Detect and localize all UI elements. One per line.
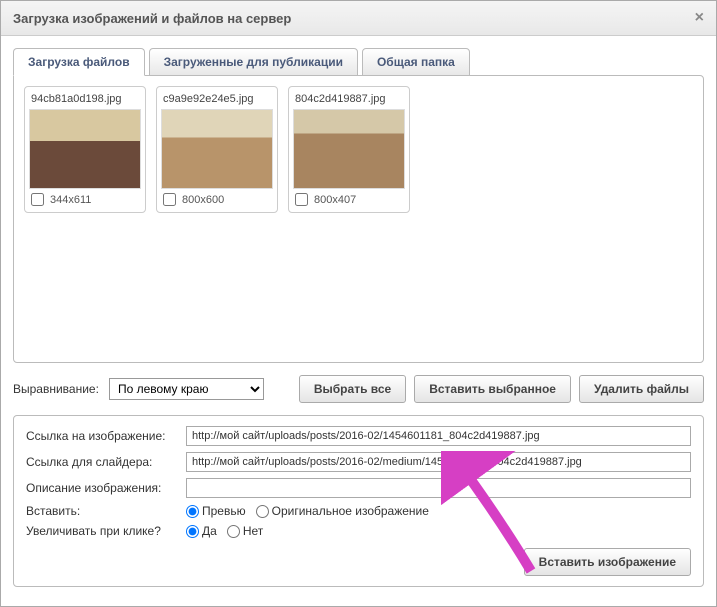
thumbnail-meta: 344x611 — [29, 189, 141, 208]
zoom-no[interactable]: Нет — [227, 524, 263, 538]
tab-upload-files[interactable]: Загрузка файлов — [13, 48, 145, 76]
insert-mode-group: Превью Оригинальное изображение — [186, 504, 429, 518]
thumbnail-image[interactable] — [161, 109, 273, 189]
thumbnail-image[interactable] — [29, 109, 141, 189]
thumbnail-dims: 800x407 — [314, 194, 356, 206]
button-group: Выбрать все Вставить выбранное Удалить ф… — [299, 375, 704, 403]
radio-original[interactable] — [256, 505, 269, 518]
insert-mode-label: Вставить: — [26, 504, 186, 518]
insert-mode-preview[interactable]: Превью — [186, 504, 246, 518]
tab-label: Загруженные для публикации — [164, 55, 343, 69]
tab-label: Общая папка — [377, 55, 455, 69]
radio-zoom-yes[interactable] — [186, 525, 199, 538]
thumbnail-image[interactable] — [293, 109, 405, 189]
tab-shared-folder[interactable]: Общая папка — [362, 48, 470, 76]
close-icon[interactable]: × — [695, 9, 704, 27]
description-input[interactable] — [186, 478, 691, 498]
image-link-label: Ссылка на изображение: — [26, 429, 186, 443]
zoom-label: Увеличивать при клике? — [26, 524, 186, 538]
tab-bar: Загрузка файлов Загруженные для публикац… — [13, 48, 704, 76]
tab-content: 94cb81a0d198.jpg 344x611 c9a9e92e24e5.jp… — [13, 75, 704, 363]
thumbnail-dims: 344x611 — [50, 194, 91, 206]
zoom-group: Да Нет — [186, 524, 263, 538]
zoom-yes[interactable]: Да — [186, 524, 217, 538]
thumbnail-checkbox[interactable] — [31, 193, 44, 206]
description-label: Описание изображения: — [26, 481, 186, 495]
thumbnail-filename: 94cb81a0d198.jpg — [29, 91, 141, 109]
insert-image-button[interactable]: Вставить изображение — [524, 548, 691, 576]
submit-row: Вставить изображение — [26, 548, 691, 576]
insert-selected-button[interactable]: Вставить выбранное — [414, 375, 571, 403]
thumbnail-checkbox[interactable] — [163, 193, 176, 206]
delete-files-button[interactable]: Удалить файлы — [579, 375, 704, 403]
image-form: Ссылка на изображение: Ссылка для слайде… — [13, 415, 704, 587]
thumbnail-card[interactable]: c9a9e92e24e5.jpg 800x600 — [156, 86, 278, 213]
slider-link-label: Ссылка для слайдера: — [26, 455, 186, 469]
controls-row: Выравнивание: По левому краю Выбрать все… — [13, 375, 704, 403]
thumbnail-card[interactable]: 94cb81a0d198.jpg 344x611 — [24, 86, 146, 213]
insert-mode-original[interactable]: Оригинальное изображение — [256, 504, 429, 518]
align-select[interactable]: По левому краю — [109, 378, 264, 400]
thumbnail-dims: 800x600 — [182, 194, 224, 206]
thumbnail-filename: c9a9e92e24e5.jpg — [161, 91, 273, 109]
thumbnail-card[interactable]: 804c2d419887.jpg 800x407 — [288, 86, 410, 213]
upload-dialog: Загрузка изображений и файлов на сервер … — [0, 0, 717, 607]
slider-link-input[interactable] — [186, 452, 691, 472]
thumbnail-meta: 800x407 — [293, 189, 405, 208]
dialog-body: Загрузка файлов Загруженные для публикац… — [1, 36, 716, 599]
dialog-title: Загрузка изображений и файлов на сервер — [13, 11, 291, 26]
thumbnail-filename: 804c2d419887.jpg — [293, 91, 405, 109]
image-link-input[interactable] — [186, 426, 691, 446]
radio-preview[interactable] — [186, 505, 199, 518]
tab-uploaded-for-publication[interactable]: Загруженные для публикации — [149, 48, 358, 76]
tab-label: Загрузка файлов — [28, 55, 130, 69]
thumbnail-meta: 800x600 — [161, 189, 273, 208]
select-all-button[interactable]: Выбрать все — [299, 375, 406, 403]
dialog-header: Загрузка изображений и файлов на сервер … — [1, 1, 716, 36]
thumbnail-list: 94cb81a0d198.jpg 344x611 c9a9e92e24e5.jp… — [24, 86, 693, 213]
align-label: Выравнивание: — [13, 382, 99, 396]
radio-zoom-no[interactable] — [227, 525, 240, 538]
thumbnail-checkbox[interactable] — [295, 193, 308, 206]
